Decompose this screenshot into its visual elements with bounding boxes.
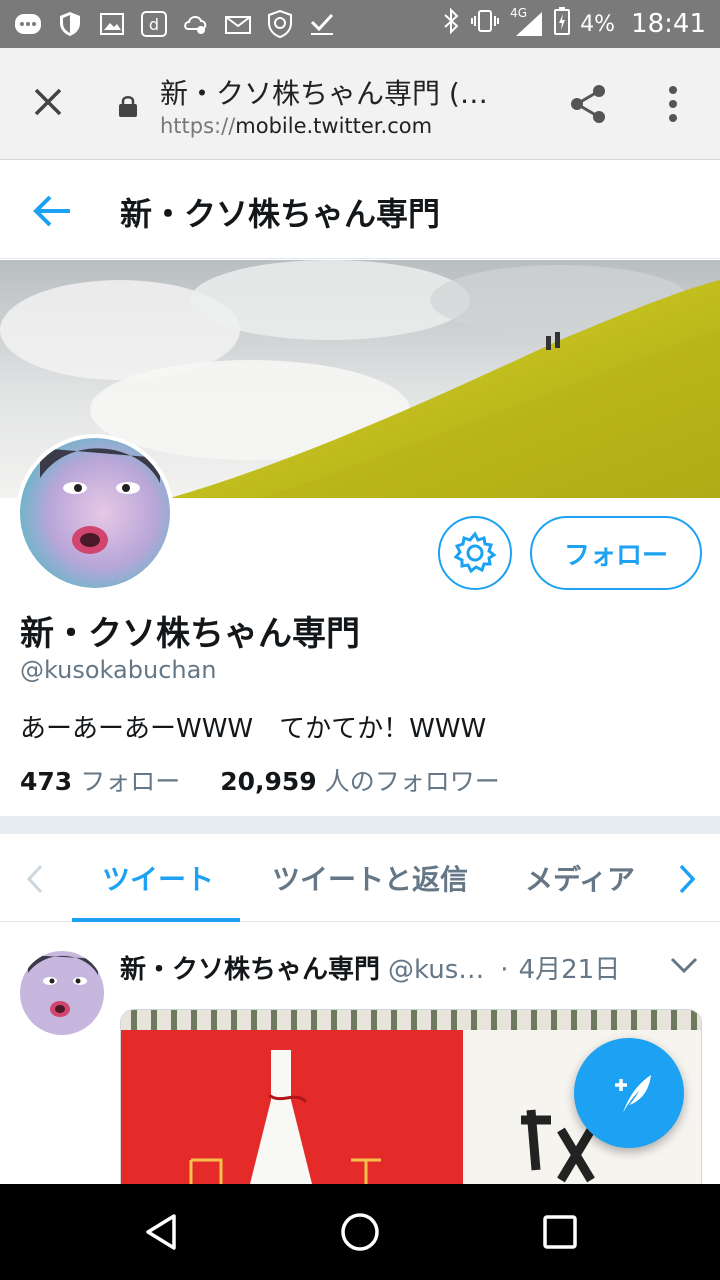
- section-divider: [0, 816, 720, 834]
- clock: 18:41: [631, 9, 706, 39]
- check-icon: [308, 10, 336, 38]
- chevron-down-icon: [670, 957, 698, 974]
- chevron-right-icon: [679, 864, 696, 894]
- settings-button[interactable]: [438, 516, 512, 590]
- tweet-separator: ·: [500, 955, 509, 985]
- followers-stat[interactable]: 20,959 人のフォロワー: [220, 762, 500, 798]
- followers-count: 20,959: [220, 767, 317, 796]
- tweet-header: 新・クソ株ちゃん専門 @kus… · 4月21日: [120, 949, 620, 986]
- status-bar: d 4G 4% 18:41: [0, 0, 720, 48]
- profile-handle: @kusokabuchan: [20, 656, 217, 684]
- system-icons: 4G 4% 18:41: [442, 6, 706, 41]
- d-app-icon: d: [140, 10, 168, 38]
- tabs-scroll-left-button[interactable]: [22, 862, 48, 896]
- nav-recents-button[interactable]: [540, 1212, 580, 1252]
- tweet-author-handle[interactable]: @kus…: [388, 955, 484, 985]
- tab-media[interactable]: メディア: [525, 858, 635, 898]
- header-title: 新・クソ株ちゃん専門: [120, 195, 441, 233]
- compose-feather-icon: [615, 1075, 651, 1113]
- share-button[interactable]: [566, 82, 610, 126]
- square-recents-icon: [543, 1215, 577, 1249]
- triangle-back-icon: [146, 1214, 176, 1250]
- circle-home-icon: [341, 1213, 379, 1251]
- tweet-author-name[interactable]: 新・クソ株ちゃん専門: [120, 949, 380, 986]
- tweet-date[interactable]: 4月21日: [519, 949, 621, 986]
- chevron-left-icon: [26, 864, 43, 894]
- more-vert-icon: [669, 86, 677, 122]
- arrow-left-icon: [33, 195, 70, 227]
- followers-label: 人のフォロワー: [324, 767, 500, 796]
- battery-charging-icon: [554, 7, 571, 41]
- android-navigation-bar: [0, 1184, 720, 1280]
- image-icon: [98, 10, 126, 38]
- page-url: https://mobile.twitter.com: [160, 114, 432, 138]
- url-host: mobile.twitter.com: [235, 114, 433, 138]
- svg-text:d: d: [149, 15, 159, 34]
- active-tab-indicator: [72, 918, 240, 922]
- url-protocol: https://: [160, 114, 236, 138]
- nav-home-button[interactable]: [338, 1210, 382, 1254]
- profile-bio: あーあーあーWWW てかてか！WWW: [20, 714, 487, 744]
- tweet-avatar[interactable]: [20, 951, 104, 1035]
- close-tab-button[interactable]: [26, 80, 70, 124]
- overflow-menu-button[interactable]: [658, 82, 688, 126]
- vibrate-icon: [470, 9, 500, 39]
- close-icon: [34, 88, 62, 116]
- vpn-shield-icon: [266, 10, 294, 38]
- back-button[interactable]: [30, 189, 74, 233]
- profile-stats: 473 フォロー 20,959 人のフォロワー: [20, 762, 500, 798]
- profile-name: 新・クソ株ちゃん専門: [20, 614, 360, 654]
- following-count: 473: [20, 767, 73, 796]
- gear-icon: [453, 531, 497, 574]
- profile-avatar[interactable]: [16, 434, 174, 592]
- tweet-menu-button[interactable]: [668, 953, 700, 977]
- nav-back-button[interactable]: [140, 1210, 184, 1254]
- battery-percent: 4%: [580, 11, 616, 37]
- browser-toolbar: 新・クソ株ちゃん専門 (… https://mobile.twitter.com: [0, 48, 720, 160]
- following-label: フォロー: [80, 767, 181, 796]
- settings-cloud-icon: [182, 10, 210, 38]
- profile-header-bar: 新・クソ株ちゃん専門: [0, 161, 720, 259]
- tab-tweets-and-replies[interactable]: ツイートと返信: [272, 858, 468, 898]
- page-title: 新・クソ株ちゃん専門 (…: [160, 77, 488, 110]
- signal-icon: 4G: [510, 6, 544, 38]
- profile-tabs: ツイート ツイートと返信 メディア: [0, 834, 720, 922]
- tabs-scroll-right-button[interactable]: [674, 862, 700, 896]
- tab-tweets[interactable]: ツイート: [102, 858, 214, 898]
- more-icon: [14, 10, 42, 38]
- bluetooth-icon: [442, 7, 460, 40]
- lock-icon[interactable]: [118, 94, 138, 118]
- compose-tweet-button[interactable]: [574, 1038, 684, 1148]
- following-stat[interactable]: 473 フォロー: [20, 762, 180, 798]
- shield-icon: [56, 10, 84, 38]
- share-icon: [571, 85, 605, 123]
- follow-button[interactable]: フォロー: [530, 516, 702, 590]
- notification-icons: d: [14, 10, 336, 38]
- sim-mail-icon: [224, 10, 252, 38]
